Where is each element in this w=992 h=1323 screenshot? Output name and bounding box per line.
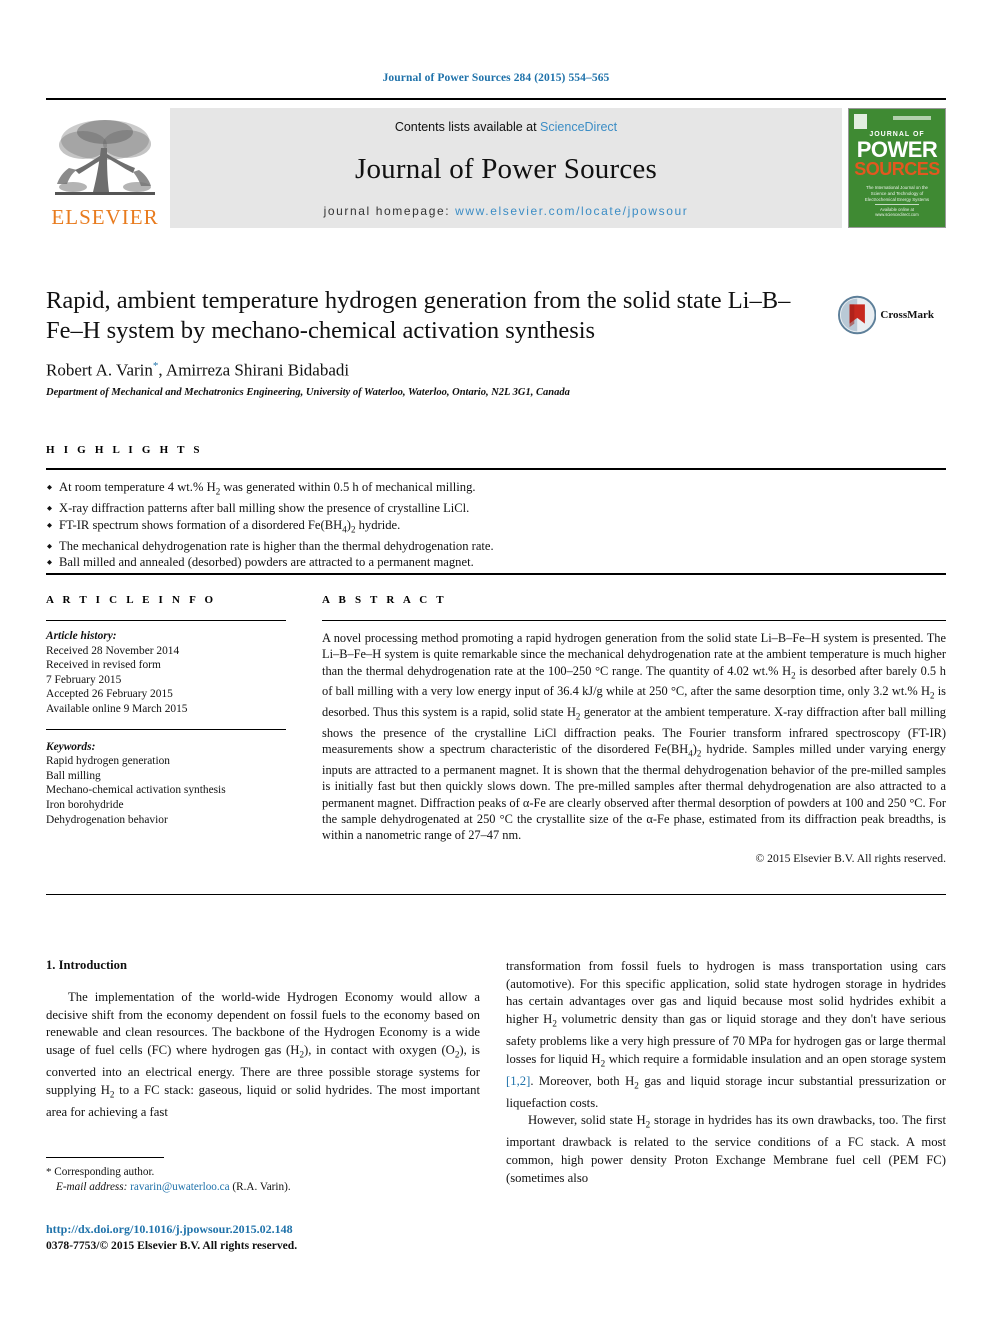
keyword-item: Dehydrogenation behavior: [46, 813, 168, 826]
doi-link[interactable]: http://dx.doi.org/10.1016/j.jpowsour.201…: [46, 1222, 480, 1237]
cover-divider: [875, 204, 919, 205]
section-heading-introduction: 1. Introduction: [46, 958, 127, 972]
keywords-divider-rule: [46, 728, 286, 730]
keywords-heading: Keywords:: [46, 740, 96, 753]
highlights-rule: [46, 468, 946, 470]
footnote-star-marker: *: [46, 1166, 52, 1178]
history-line: Available online 9 March 2015: [46, 702, 188, 715]
cover-elsevier-mark-icon: [854, 114, 867, 129]
article-info-rule: [46, 620, 286, 621]
keyword-item: Iron borohydride: [46, 798, 124, 811]
article-info-heading: A R T I C L E I N F O: [46, 594, 217, 606]
article-title: Rapid, ambient temperature hydrogen gene…: [46, 287, 791, 344]
homepage-prefix: journal homepage:: [323, 204, 456, 218]
info-band-top-rule: [46, 573, 946, 575]
masthead-top-rule: [46, 98, 946, 100]
cover-blurb: The International Journal on the Science…: [864, 185, 930, 202]
journal-masthead: ELSEVIER Contents lists available at Sci…: [46, 98, 946, 228]
list-item: X-ray diffraction patterns after ball mi…: [46, 500, 946, 517]
citation-link[interactable]: [1,2]: [506, 1074, 530, 1088]
running-head: Journal of Power Sources 284 (2015) 554–…: [382, 72, 610, 84]
footnote-corresponding-line: * Corresponding author.: [46, 1165, 480, 1180]
contents-available-line: Contents lists available at ScienceDirec…: [170, 120, 842, 134]
keyword-item: Rapid hydrogen generation: [46, 755, 170, 768]
journal-title: Journal of Power Sources: [355, 152, 657, 185]
author-affiliation: Department of Mechanical and Mechatronic…: [46, 386, 570, 398]
crossmark-badge[interactable]: CrossMark: [838, 288, 934, 342]
keywords-group: Keywords: Rapid hydrogen generation Ball…: [46, 740, 286, 828]
highlights-heading: H I G H L I G H T S: [46, 444, 203, 456]
list-item: FT-IR spectrum shows formation of a diso…: [46, 517, 946, 538]
body-column-right: transformation from fossil fuels to hydr…: [506, 958, 946, 1187]
crossmark-icon: [838, 295, 877, 335]
elsevier-tree-icon: [55, 120, 155, 195]
footnote-rule: [46, 1157, 164, 1158]
crossmark-label: CrossMark: [880, 309, 934, 321]
footnote-email-line: E-mail address: ravarin@uwaterloo.ca (R.…: [46, 1180, 480, 1195]
paragraph: However, solid state H2 storage in hydri…: [506, 1113, 946, 1185]
keyword-item: Ball milling: [46, 769, 101, 782]
article-info-section: A R T I C L E I N F O Article history: R…: [46, 594, 286, 827]
list-item: The mechanical dehydrogenation rate is h…: [46, 538, 946, 555]
cover-top-stripe: [893, 116, 931, 120]
journal-cover-thumbnail[interactable]: JOURNAL OF POWER SOURCES The Internation…: [848, 108, 946, 228]
author-list: Robert A. Varin*, Amirreza Shirani Bidab…: [46, 360, 826, 381]
abstract-heading: A B S T R A C T: [322, 594, 447, 606]
cover-line-sources: SOURCES: [854, 159, 940, 179]
elsevier-logo: ELSEVIER: [46, 108, 164, 228]
masthead-center-panel: Contents lists available at ScienceDirec…: [170, 108, 842, 228]
journal-homepage-link[interactable]: www.elsevier.com/locate/jpowsour: [455, 204, 688, 218]
highlights-list: At room temperature 4 wt.% H2 was genera…: [46, 479, 946, 571]
abstract-rule: [322, 620, 946, 621]
highlights-section: H I G H L I G H T S At room temperature …: [46, 444, 946, 571]
paragraph: transformation from fossil fuels to hydr…: [506, 958, 946, 1112]
footnote-corresponding-text: Corresponding author.: [54, 1166, 155, 1178]
history-line: 7 February 2015: [46, 673, 122, 686]
article-page: Journal of Power Sources 284 (2015) 554–…: [0, 0, 992, 1323]
history-line: Received in revised form: [46, 659, 161, 672]
history-line: Received 28 November 2014: [46, 644, 180, 657]
article-history-heading: Article history:: [46, 630, 117, 642]
contents-prefix: Contents lists available at: [394, 120, 541, 134]
list-item: At room temperature 4 wt.% H2 was genera…: [46, 479, 946, 500]
footnote-email-label: E-mail address:: [56, 1180, 128, 1193]
abstract-copyright: © 2015 Elsevier B.V. All rights reserved…: [755, 852, 946, 866]
footnote-email-suffix: (R.A. Varin).: [232, 1180, 291, 1193]
title-block: Rapid, ambient temperature hydrogen gene…: [46, 286, 826, 398]
abstract-text: A novel processing method promoting a ra…: [322, 631, 947, 843]
keyword-item: Mechano-chemical activation synthesis: [46, 784, 226, 797]
paragraph: The implementation of the world-wide Hyd…: [46, 990, 481, 1119]
abstract-section: A B S T R A C T A novel processing metho…: [322, 594, 946, 865]
page-footer: http://dx.doi.org/10.1016/j.jpowsour.201…: [46, 1222, 480, 1252]
journal-homepage-line: journal homepage: www.elsevier.com/locat…: [170, 204, 842, 218]
article-history-group: Article history: Received 28 November 20…: [46, 629, 286, 730]
corresponding-author-footnote: * Corresponding author. E-mail address: …: [46, 1157, 480, 1194]
list-item: Ball milled and annealed (desorbed) powd…: [46, 554, 946, 571]
history-line: Accepted 26 February 2015: [46, 688, 173, 701]
paragraph-text-pre: transformation from fossil fuels to hydr…: [506, 959, 946, 1069]
email-link[interactable]: ravarin@uwaterloo.ca: [130, 1181, 229, 1193]
cover-footer-text: Available online at www.sciencedirect.co…: [875, 207, 919, 217]
author-first: Robert A. Varin: [46, 360, 153, 380]
body-column-left: 1. Introduction The implementation of th…: [46, 958, 480, 1121]
elsevier-wordmark: ELSEVIER: [51, 205, 159, 229]
sciencedirect-link[interactable]: ScienceDirect: [540, 120, 617, 134]
issn-copyright-line: 0378-7753/© 2015 Elsevier B.V. All right…: [46, 1239, 298, 1252]
paragraph-text-post: . Moreover, both H2 gas and liquid stora…: [506, 1073, 946, 1110]
cover-line-power: POWER: [856, 137, 938, 162]
author-rest: , Amirreza Shirani Bidabadi: [158, 360, 350, 380]
info-band-bottom-rule: [46, 894, 946, 895]
